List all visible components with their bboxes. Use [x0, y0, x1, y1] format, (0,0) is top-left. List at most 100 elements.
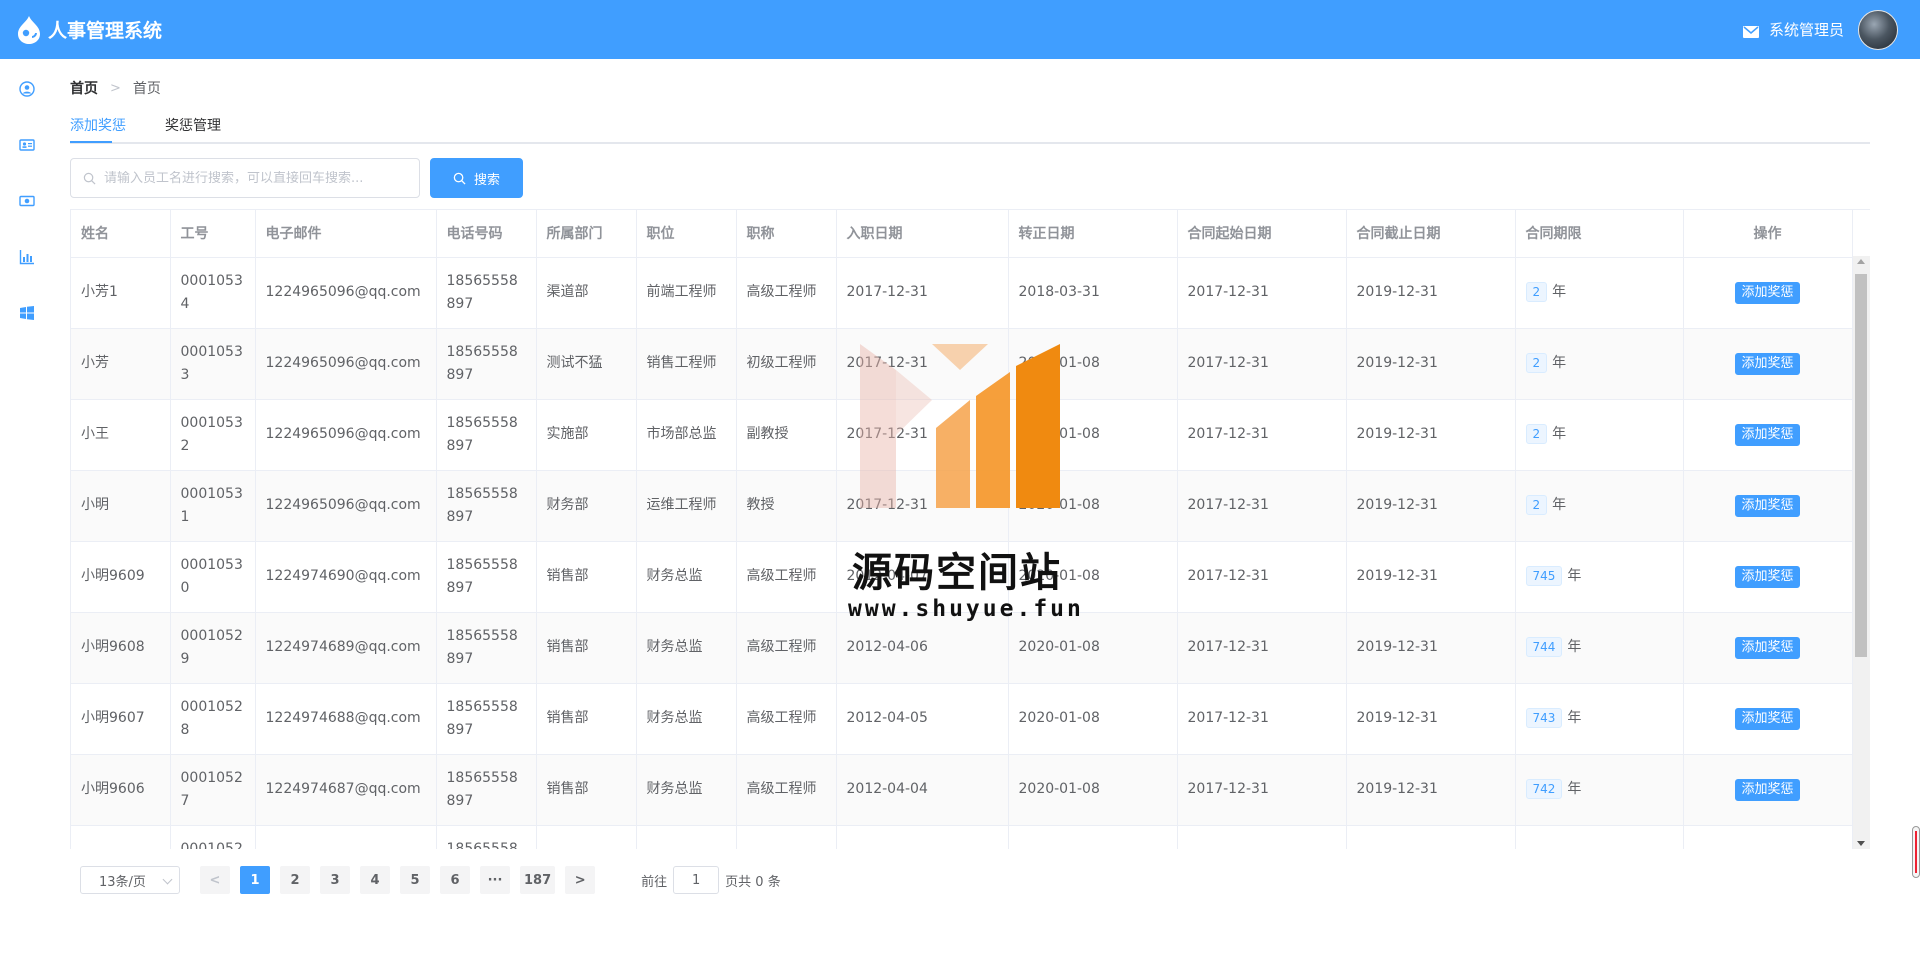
page-number[interactable]: 3	[320, 866, 350, 894]
page-number[interactable]: 5	[400, 866, 430, 894]
bar-chart-icon[interactable]	[19, 249, 35, 265]
column-header: 合同截止日期	[1346, 210, 1516, 258]
cell-email: 1224965096@qq.com	[255, 328, 437, 400]
breadcrumb-home[interactable]: 首页	[70, 78, 98, 98]
cell-hire	[836, 825, 1009, 849]
scrollbar-thumb[interactable]	[1855, 274, 1867, 657]
chevron-down-icon	[162, 874, 173, 885]
page-number[interactable]: 1	[240, 866, 270, 894]
add-award-button[interactable]: 添加奖惩	[1735, 637, 1800, 659]
cell-action	[1683, 825, 1853, 849]
user-circle-icon[interactable]	[19, 81, 35, 97]
add-award-button[interactable]: 添加奖惩	[1735, 424, 1800, 446]
cell-id: 00010531	[170, 470, 256, 542]
cell-cend: 2019-12-31	[1346, 683, 1516, 755]
cell-term	[1515, 825, 1684, 849]
cell-cend: 2019-12-31	[1346, 612, 1516, 684]
search-input[interactable]	[104, 170, 404, 186]
money-icon[interactable]	[19, 193, 35, 209]
table-row: 00010526 18565558897	[71, 825, 1853, 849]
cell-id: 00010529	[170, 612, 256, 684]
tab-add-award[interactable]: 添加奖惩	[70, 115, 126, 144]
page-number[interactable]: 4	[360, 866, 390, 894]
cell-cstart: 2017-12-31	[1177, 683, 1347, 755]
cell-position: 市场部总监	[636, 399, 737, 471]
cell-cstart: 2017-12-31	[1177, 470, 1347, 542]
cell-cstart: 2017-12-31	[1177, 257, 1347, 329]
term-tag: 2	[1525, 353, 1548, 373]
add-award-button[interactable]: 添加奖惩	[1735, 566, 1800, 588]
page-number[interactable]: 187	[520, 866, 556, 894]
cell-email: 1224965096@qq.com	[255, 257, 437, 329]
column-header: 所属部门	[536, 210, 637, 258]
cell-dept: 销售部	[536, 612, 637, 684]
cell-phone: 18565558897	[436, 825, 537, 849]
tab-award-management[interactable]: 奖惩管理	[165, 115, 221, 144]
cell-cstart: 2017-12-31	[1177, 399, 1347, 471]
term-unit: 年	[1567, 639, 1582, 655]
add-award-button[interactable]: 添加奖惩	[1735, 495, 1800, 517]
search-field[interactable]	[70, 158, 420, 198]
cell-dept	[536, 825, 637, 849]
term-unit: 年	[1567, 568, 1582, 584]
cell-action: 添加奖惩	[1683, 612, 1853, 684]
cell-term: 742 年	[1515, 754, 1684, 826]
prev-page-button[interactable]: <	[200, 866, 230, 894]
watermark-url: www.shuyue.fun	[848, 596, 1084, 622]
user-area[interactable]: 系统管理员	[1742, 0, 1898, 59]
cell-regular: 2020-01-08	[1008, 470, 1178, 542]
cell-title: 高级工程师	[736, 754, 837, 826]
cell-id: 00010528	[170, 683, 256, 755]
cell-email: 1224965096@qq.com	[255, 470, 437, 542]
add-award-button[interactable]: 添加奖惩	[1735, 708, 1800, 730]
mail-icon[interactable]	[1742, 24, 1759, 38]
id-card-icon[interactable]	[19, 137, 35, 153]
search-button[interactable]: 搜索	[430, 158, 523, 198]
table-row: 小芳1 00010534 1224965096@qq.com 18565558897 渠…	[71, 257, 1853, 329]
cell-regular: 2020-01-08	[1008, 328, 1178, 400]
cell-cstart: 2017-12-31	[1177, 328, 1347, 400]
cell-term: 745 年	[1515, 541, 1684, 613]
user-name[interactable]: 系统管理员	[1769, 19, 1844, 40]
cell-phone: 18565558897	[436, 328, 537, 400]
goto-page-input[interactable]	[673, 866, 720, 894]
cell-hire: 2017-12-31	[836, 257, 1009, 329]
cell-name: 小芳1	[71, 257, 171, 329]
add-award-button[interactable]: 添加奖惩	[1735, 282, 1800, 304]
cell-position: 前端工程师	[636, 257, 737, 329]
add-award-button[interactable]: 添加奖惩	[1735, 353, 1800, 375]
cell-id: 00010526	[170, 825, 256, 849]
goto-prefix: 前往	[641, 874, 668, 890]
next-page-button[interactable]: >	[565, 866, 596, 894]
scroll-down-icon[interactable]	[1857, 841, 1865, 846]
cell-action: 添加奖惩	[1683, 541, 1853, 613]
column-header: 入职日期	[836, 210, 1009, 258]
scroll-up-icon[interactable]	[1857, 259, 1865, 264]
cell-name: 小明9608	[71, 612, 171, 684]
cell-email: 1224974687@qq.com	[255, 754, 437, 826]
table-row: 小王 00010532 1224965096@qq.com 18565558897 实施…	[71, 399, 1853, 471]
cell-title: 教授	[736, 470, 837, 542]
cell-cstart: 2017-12-31	[1177, 754, 1347, 826]
column-header: 合同起始日期	[1177, 210, 1347, 258]
windows-icon[interactable]	[19, 305, 35, 321]
cell-phone: 18565558897	[436, 541, 537, 613]
term-unit: 年	[1552, 284, 1567, 300]
page-size-select[interactable]: 13条/页	[80, 866, 180, 894]
page-number[interactable]: 2	[280, 866, 310, 894]
add-award-button[interactable]: 添加奖惩	[1735, 779, 1800, 801]
more-pages-button[interactable]: ···	[480, 866, 510, 894]
side-widget[interactable]	[1912, 826, 1920, 878]
cell-name	[71, 825, 171, 849]
page-number[interactable]: 6	[440, 866, 470, 894]
term-unit: 年	[1552, 355, 1567, 371]
table-row: 小明9608 00010529 1224974689@qq.com 185655588…	[71, 612, 1853, 684]
table-scrollbar[interactable]	[1853, 256, 1870, 849]
logo[interactable]: 人事管理系统	[16, 15, 162, 45]
cell-term: 2年	[1515, 328, 1684, 400]
cell-title	[736, 825, 837, 849]
term-tag: 742	[1525, 779, 1563, 799]
avatar[interactable]	[1858, 9, 1898, 50]
column-header: 职位	[636, 210, 737, 258]
cell-action: 添加奖惩	[1683, 754, 1853, 826]
